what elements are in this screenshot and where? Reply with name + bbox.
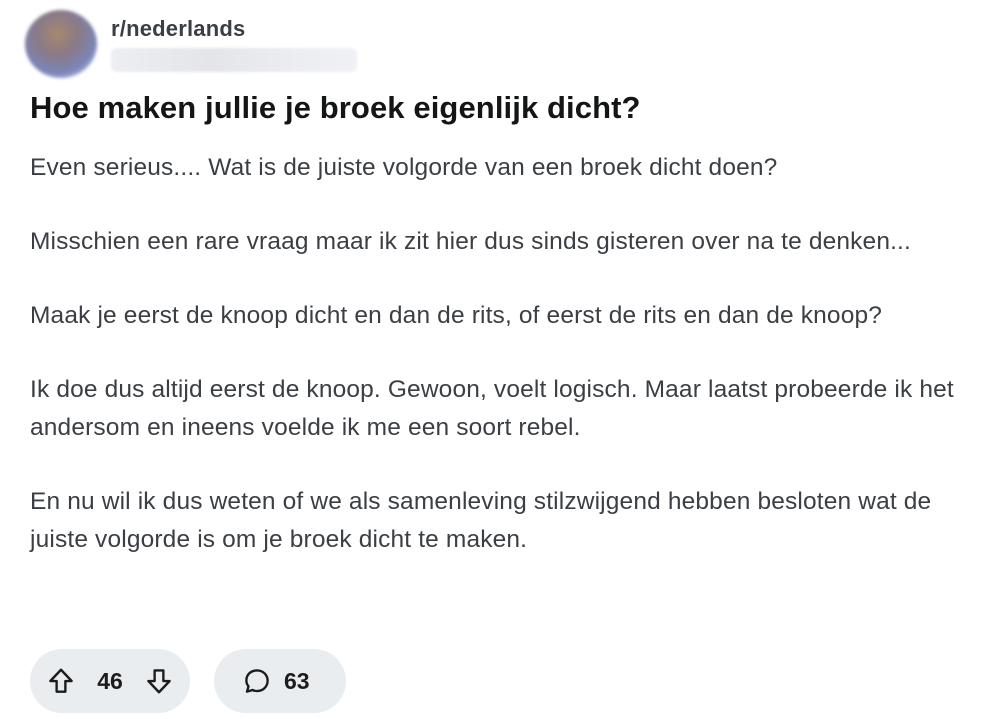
comment-count: 63 xyxy=(284,667,310,694)
body-paragraph: Even serieus.... Wat is de juiste volgor… xyxy=(30,154,778,181)
post-actions: 46 63 xyxy=(30,649,346,713)
reddit-post: r/nederlands Hoe maken jullie je broek e… xyxy=(0,0,998,727)
subreddit-name[interactable]: r/nederlands xyxy=(111,16,357,42)
post-meta: r/nederlands xyxy=(111,16,357,72)
vote-bar: 46 xyxy=(30,649,190,713)
body-paragraph: Ik doe dus altijd eerst de knoop. Gewoon… xyxy=(30,376,954,441)
blurred-username xyxy=(111,48,357,72)
downvote-icon[interactable] xyxy=(144,666,174,696)
post-header: r/nederlands xyxy=(25,10,357,80)
post-body: Even serieus.... Wat is de juiste volgor… xyxy=(30,149,960,595)
body-paragraph: Misschien een rare vraag maar ik zit hie… xyxy=(30,228,911,255)
body-paragraph: Maak je eerst de knoop dicht en dan de r… xyxy=(30,302,883,329)
upvote-icon[interactable] xyxy=(46,666,76,696)
post-title[interactable]: Hoe maken jullie je broek eigenlijk dich… xyxy=(30,88,641,128)
comment-icon xyxy=(242,666,272,696)
vote-count: 46 xyxy=(97,667,123,694)
avatar[interactable] xyxy=(25,10,97,78)
comments-button[interactable]: 63 xyxy=(214,649,346,713)
body-paragraph: En nu wil ik dus weten of we als samenle… xyxy=(30,488,932,553)
